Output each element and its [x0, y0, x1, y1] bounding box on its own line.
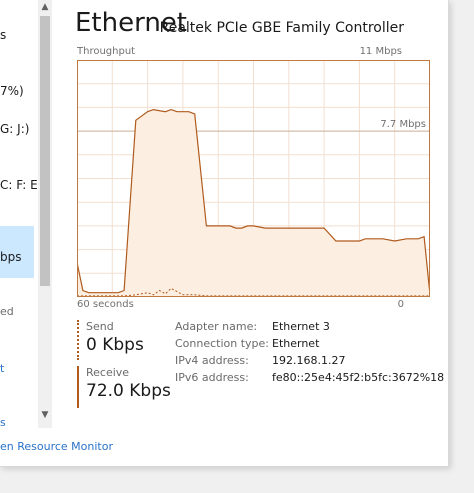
detail-value: Ethernet [272, 337, 320, 350]
task-manager-window: s 7%) G: J:) C: F: E bps ed t s ▲ ▼ Ethe… [0, 0, 474, 493]
chart-x-end-label: 0 [397, 299, 404, 310]
scroll-up-icon[interactable]: ▲ [38, 0, 52, 14]
throughput-chart: 7.7 Mbps [77, 60, 430, 297]
detail-key: IPv6 address: [175, 371, 249, 384]
send-value: 0 Kbps [86, 335, 144, 355]
adapter-model: Realtek PCIe GBE Family Controller [159, 20, 404, 36]
receive-label: Receive [86, 366, 130, 379]
receive-stat: Receive 72.0 Kbps [77, 366, 176, 408]
scrollbar-thumb[interactable] [40, 16, 50, 286]
send-stat: Send 0 Kbps [77, 320, 176, 360]
resource-item-3[interactable]: G: J:) [0, 122, 29, 136]
chart-reference-label: 7.7 Mbps [380, 119, 426, 130]
chart-max-label: 11 Mbps [359, 46, 402, 57]
detail-key: IPv4 address: [175, 354, 249, 367]
chart-y-label: Throughput [77, 46, 136, 57]
resource-item-1[interactable]: s [0, 28, 6, 42]
detail-key: Connection type: [175, 337, 270, 350]
detail-value: 192.168.1.27 [272, 354, 346, 367]
send-label: Send [86, 320, 114, 333]
resource-item-subtext: ed [0, 305, 14, 318]
resource-list-link-2[interactable]: s [0, 416, 6, 429]
detail-value: Ethernet 3 [272, 320, 330, 333]
scroll-down-icon[interactable]: ▼ [38, 408, 52, 422]
resource-item-selected-ethernet[interactable]: bps [0, 226, 34, 278]
chart-x-start-label: 60 seconds [77, 299, 134, 310]
resource-item-4[interactable]: C: F: E [0, 178, 38, 192]
detail-key: Adapter name: [175, 320, 258, 333]
resource-list: s 7%) G: J:) C: F: E bps ed t s [0, 0, 38, 430]
list-scrollbar[interactable]: ▲ ▼ [38, 0, 52, 428]
receive-value: 72.0 Kbps [86, 381, 171, 401]
resource-list-link-1[interactable]: t [0, 362, 4, 375]
resource-item-2[interactable]: 7%) [0, 84, 24, 98]
open-resource-monitor-link[interactable]: en Resource Monitor [0, 440, 113, 453]
detail-value: fe80::25e4:45f2:b5fc:3672%18 [272, 371, 445, 384]
resource-item-selected-text: bps [0, 250, 22, 264]
performance-panel: s 7%) G: J:) C: F: E bps ed t s ▲ ▼ Ethe… [0, 0, 449, 467]
